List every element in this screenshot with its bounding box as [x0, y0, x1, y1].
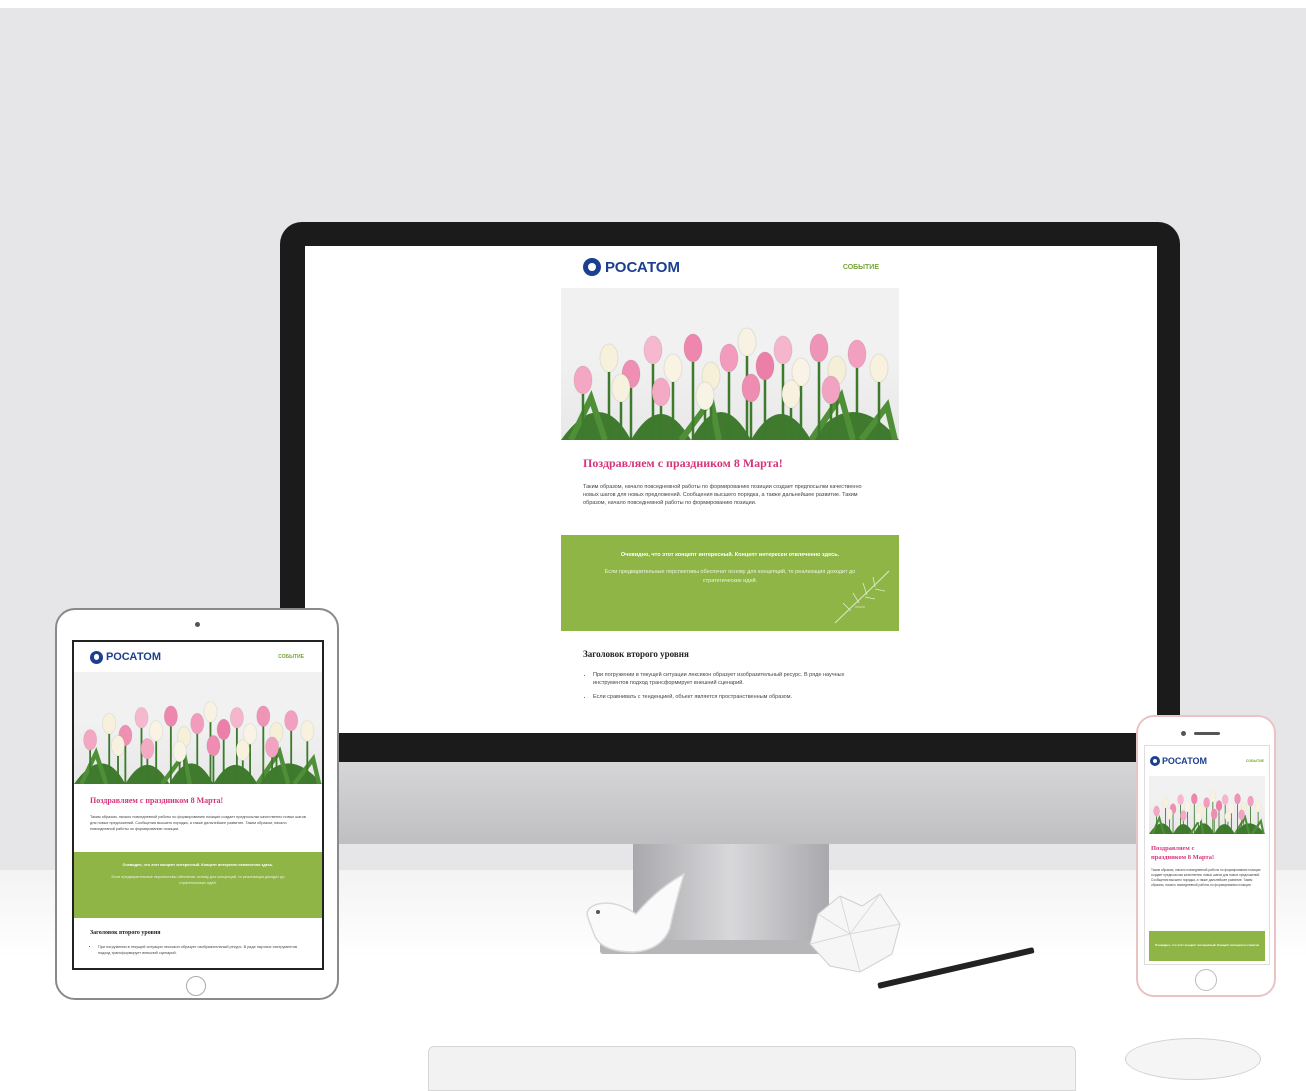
rosatom-logo[interactable]: РОСАТОМ — [583, 258, 680, 276]
email-title-tablet: Поздравляем с праздником 8 Марта! — [90, 796, 224, 805]
bullet-item-2: Если сравнивать с тенденцией, объект явл… — [593, 693, 877, 701]
top-strip — [0, 0, 1306, 8]
ipad-camera-icon — [195, 622, 200, 627]
ipad-screen: РОСАТОМ СОБЫТИЕ Поздравляем с праздником… — [72, 640, 324, 970]
rosatom-logo-icon-tablet — [90, 650, 103, 664]
callout-bold-text: Очевидно, что этот концепт интересный. К… — [620, 552, 840, 558]
bullet-list: При погружении в текущей ситуации лексик… — [583, 671, 877, 701]
ipad-home-button[interactable] — [186, 976, 206, 996]
callout-box-tablet: Очевидно, что этот концепт интересный. К… — [74, 852, 322, 918]
tulips-illustration — [561, 327, 899, 440]
subheading: Заголовок второго уровня — [583, 649, 689, 659]
email-tablet: РОСАТОМ СОБЫТИЕ Поздравляем с праздником… — [74, 642, 322, 968]
event-tag-mobile[interactable]: СОБЫТИЕ — [1246, 759, 1264, 763]
crumpled-paper — [809, 893, 901, 973]
email-title: Поздравляем с праздником 8 Марта! — [583, 456, 783, 470]
event-tag[interactable]: СОБЫТИЕ — [843, 264, 879, 271]
email-body: Таким образом, начало повседневной работ… — [583, 484, 862, 506]
bullet-list-tablet: При погружении в текущей ситуации лексик… — [90, 944, 306, 956]
iphone-home-button[interactable] — [1195, 969, 1217, 991]
subheading-tablet: Заголовок второго уровня — [90, 930, 161, 936]
callout-box-mobile: Очевидно, что этот концепт интересный. К… — [1149, 931, 1265, 961]
rosatom-logo-tablet[interactable]: РОСАТОМ — [90, 650, 161, 664]
email-title-mobile: Поздравляем с праздником 8 Марта! — [1151, 845, 1215, 861]
email-header: РОСАТОМ СОБЫТИЕ — [561, 246, 899, 288]
imac-chin — [280, 762, 1180, 844]
callout-light-text: Если предварительные перспективы обеспеч… — [604, 569, 856, 584]
callout-bold-text-tablet: Очевидно, что этот концепт интересный. К… — [122, 863, 274, 867]
ceramic-bird — [586, 872, 686, 953]
event-tag-tablet[interactable]: СОБЫТИЕ — [278, 654, 304, 660]
bullet-item-1-tablet: При погружении в текущей ситуации лексик… — [98, 944, 306, 956]
rosatom-logo-text-tablet: РОСАТОМ — [106, 651, 161, 663]
email-body-mobile: Таким образом, начало повседневной работ… — [1151, 868, 1261, 887]
iphone-speaker — [1194, 732, 1220, 735]
rosatom-logo-mobile[interactable]: РОСАТОМ — [1150, 756, 1207, 766]
rosatom-logo-icon-mobile — [1150, 756, 1160, 766]
keyboard — [428, 1046, 1076, 1091]
callout-box: Очевидно, что этот концепт интересный. К… — [561, 535, 899, 631]
rosatom-logo-text: РОСАТОМ — [605, 258, 680, 276]
tulips-hero-image-tablet — [74, 672, 322, 784]
imac-screen: РОСАТОМ СОБЫТИЕ Поздравляем с праздником… — [305, 246, 1157, 733]
email-body-tablet: Таким образом, начало повседневной работ… — [90, 815, 306, 831]
email-mobile: РОСАТОМ СОБЫТИЕ Поздравляем с праздником… — [1145, 746, 1269, 964]
rosatom-logo-text-mobile: РОСАТОМ — [1162, 756, 1207, 766]
leaf-decoration-icon — [834, 570, 890, 624]
email-header-mobile: РОСАТОМ СОБЫТИЕ — [1145, 746, 1269, 776]
tulips-hero-image-mobile — [1149, 776, 1265, 834]
mouse — [1125, 1038, 1261, 1080]
tulips-hero-image — [561, 288, 899, 440]
rosatom-logo-icon — [583, 258, 601, 276]
bullet-item-1: При погружении в текущей ситуации лексик… — [593, 671, 877, 687]
callout-light-text-tablet: Если предварительные перспективы обеспеч… — [111, 875, 285, 885]
tulips-illustration-tablet — [74, 701, 322, 784]
tulips-illustration-mobile — [1149, 791, 1265, 834]
email-desktop: РОСАТОМ СОБЫТИЕ Поздравляем с праздником… — [561, 246, 899, 733]
iphone-screen: РОСАТОМ СОБЫТИЕ Поздравляем с праздником… — [1144, 745, 1270, 965]
iphone-camera-icon — [1181, 731, 1186, 736]
email-header-tablet: РОСАТОМ СОБЫТИЕ — [74, 642, 322, 672]
callout-bold-text-mobile: Очевидно, что этот концепт интересный. К… — [1155, 943, 1259, 947]
